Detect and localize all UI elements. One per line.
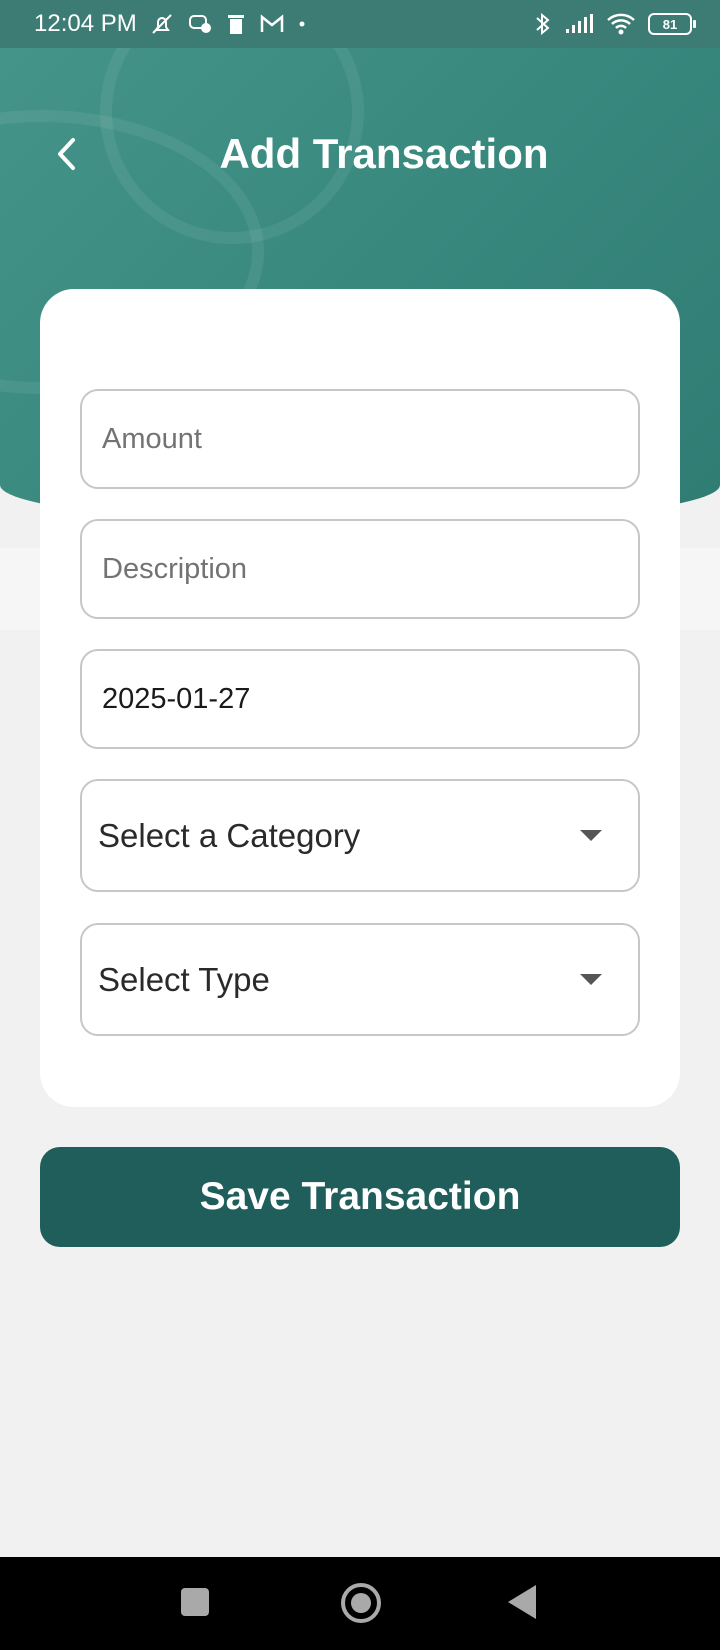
- type-selected-label: Select Type: [98, 960, 270, 998]
- date-input[interactable]: 2025-01-27: [80, 649, 640, 749]
- wifi-icon: [606, 12, 636, 36]
- save-button-label: Save Transaction: [199, 1175, 521, 1218]
- dot-icon: [297, 19, 307, 29]
- alarm-off-icon: [149, 11, 175, 37]
- trash-icon: [225, 12, 247, 36]
- back-icon[interactable]: [508, 1585, 536, 1619]
- signal-icon: [564, 13, 594, 35]
- dropdown-arrow-icon: [580, 974, 602, 985]
- dropdown-arrow-icon: [580, 830, 602, 841]
- description-placeholder: Description: [102, 552, 248, 585]
- category-select[interactable]: Select a Category: [80, 779, 640, 892]
- home-icon[interactable]: [341, 1583, 381, 1623]
- status-bar: 12:04 PM 81: [0, 0, 720, 48]
- type-select[interactable]: Select Type: [80, 923, 640, 1036]
- bluetooth-icon: [534, 11, 552, 37]
- amount-input[interactable]: Amount: [80, 389, 640, 489]
- system-nav-bar: [0, 1557, 720, 1650]
- recents-icon[interactable]: [181, 1588, 209, 1616]
- page-title: Add Transaction: [219, 130, 549, 177]
- description-input[interactable]: Description: [80, 519, 640, 619]
- status-time: 12:04 PM: [34, 10, 137, 37]
- date-value: 2025-01-27: [102, 682, 251, 715]
- battery-indicator: 81: [648, 13, 696, 35]
- category-selected-label: Select a Category: [98, 816, 361, 854]
- save-transaction-button[interactable]: Save Transaction: [40, 1147, 680, 1247]
- messenger-icon: [187, 11, 213, 37]
- gmail-icon: [259, 13, 285, 35]
- form-card: Amount Description 2025-01-27 Select a C…: [40, 289, 680, 1107]
- amount-placeholder: Amount: [102, 422, 202, 455]
